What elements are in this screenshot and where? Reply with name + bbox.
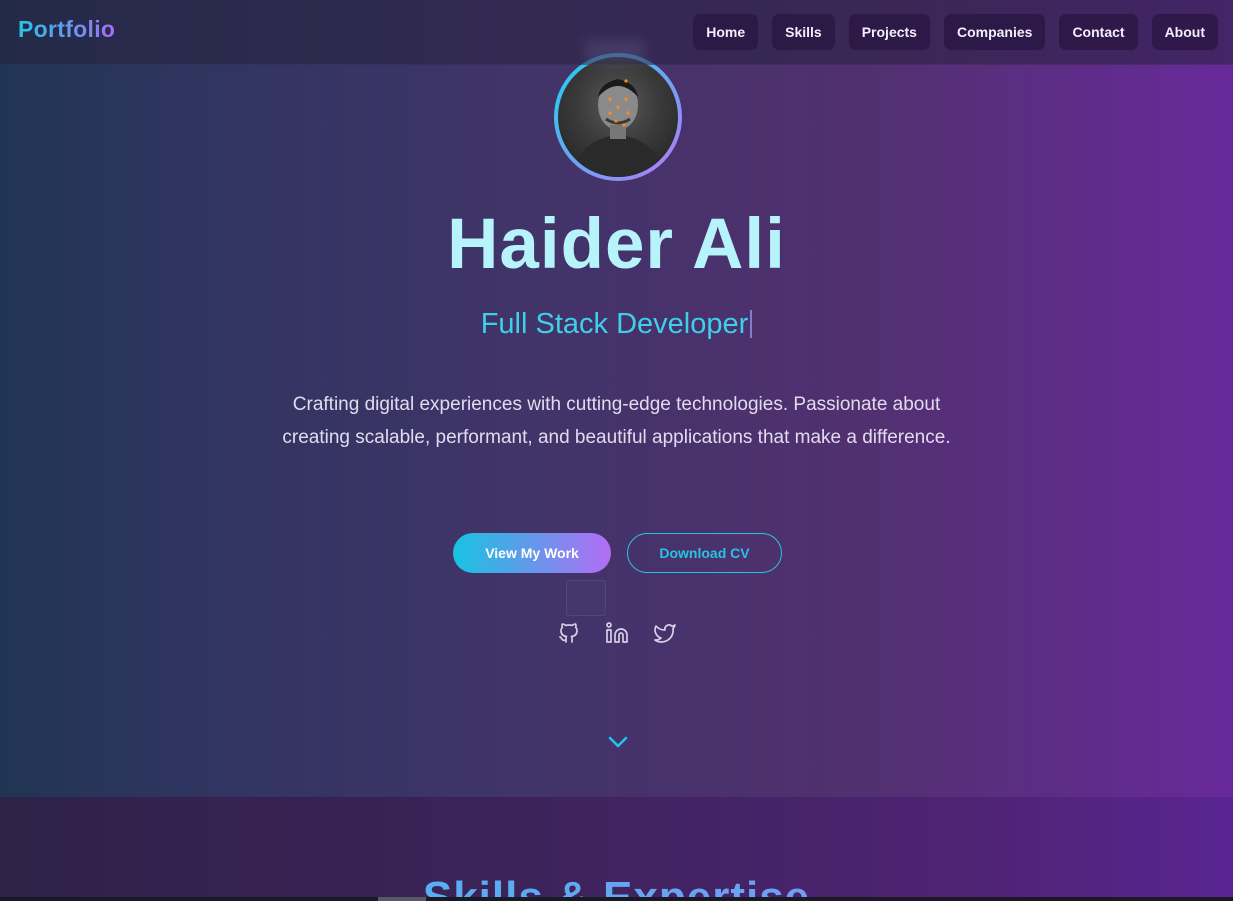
- bottom-strip: [0, 897, 1233, 901]
- nav-item-contact[interactable]: Contact: [1059, 14, 1138, 50]
- nav-item-skills[interactable]: Skills: [772, 14, 835, 50]
- skills-section: Skills & Expertise: [0, 797, 1233, 897]
- profile-photo: [558, 57, 678, 177]
- view-my-work-button[interactable]: View My Work: [453, 533, 611, 573]
- github-icon[interactable]: [556, 620, 582, 646]
- hero-section: Haider Ali Full Stack Developer Crafting…: [0, 0, 1233, 797]
- nav-item-home[interactable]: Home: [693, 14, 759, 50]
- brand-logo[interactable]: Portfolio: [18, 16, 115, 43]
- hero-name: Haider Ali: [447, 205, 786, 284]
- hero-bio: Crafting digital experiences with cuttin…: [282, 394, 951, 448]
- nav-item-projects[interactable]: Projects: [848, 14, 930, 50]
- faded-glow: [585, 40, 645, 64]
- twitter-icon[interactable]: [652, 620, 678, 646]
- skills-title: Skills & Expertise: [0, 873, 1233, 897]
- nav-menu: Home Skills Projects Companies Contact A…: [693, 14, 1218, 50]
- avatar: [554, 53, 682, 181]
- nav-item-companies[interactable]: Companies: [943, 14, 1046, 50]
- download-cv-button[interactable]: Download CV: [627, 533, 782, 573]
- typing-caret: [750, 310, 753, 338]
- faded-placeholder: [566, 580, 606, 616]
- nav-item-about[interactable]: About: [1151, 14, 1218, 50]
- linkedin-icon[interactable]: [604, 620, 630, 646]
- hero-role-text: Full Stack Developer: [480, 308, 749, 340]
- chevron-down-icon[interactable]: [606, 731, 630, 753]
- hero-role: Full Stack Developer: [0, 308, 1233, 341]
- scroll-indicator: [378, 897, 426, 901]
